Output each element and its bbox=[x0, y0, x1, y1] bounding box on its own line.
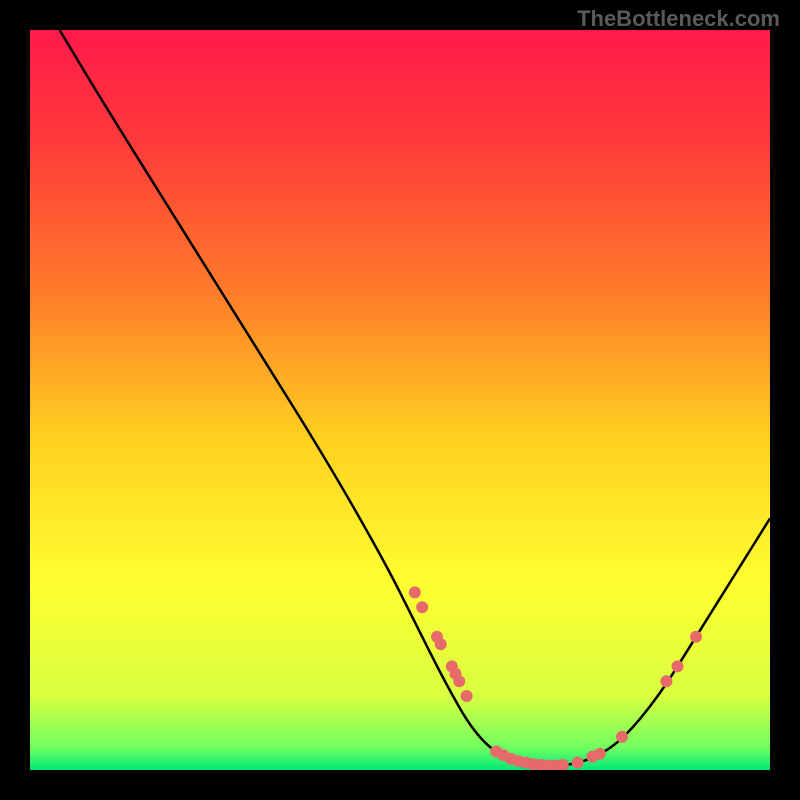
data-marker bbox=[416, 601, 428, 613]
data-marker bbox=[572, 757, 584, 769]
data-marker bbox=[594, 748, 606, 760]
data-marker bbox=[690, 631, 702, 643]
plot-area bbox=[30, 30, 770, 770]
gradient-background bbox=[30, 30, 770, 770]
data-marker bbox=[660, 675, 672, 687]
data-marker bbox=[453, 675, 465, 687]
data-marker bbox=[672, 660, 684, 672]
data-marker bbox=[461, 690, 473, 702]
watermark-text: TheBottleneck.com bbox=[577, 6, 780, 32]
data-marker bbox=[616, 731, 628, 743]
data-marker bbox=[435, 638, 447, 650]
data-marker bbox=[409, 586, 421, 598]
chart-svg bbox=[30, 30, 770, 770]
